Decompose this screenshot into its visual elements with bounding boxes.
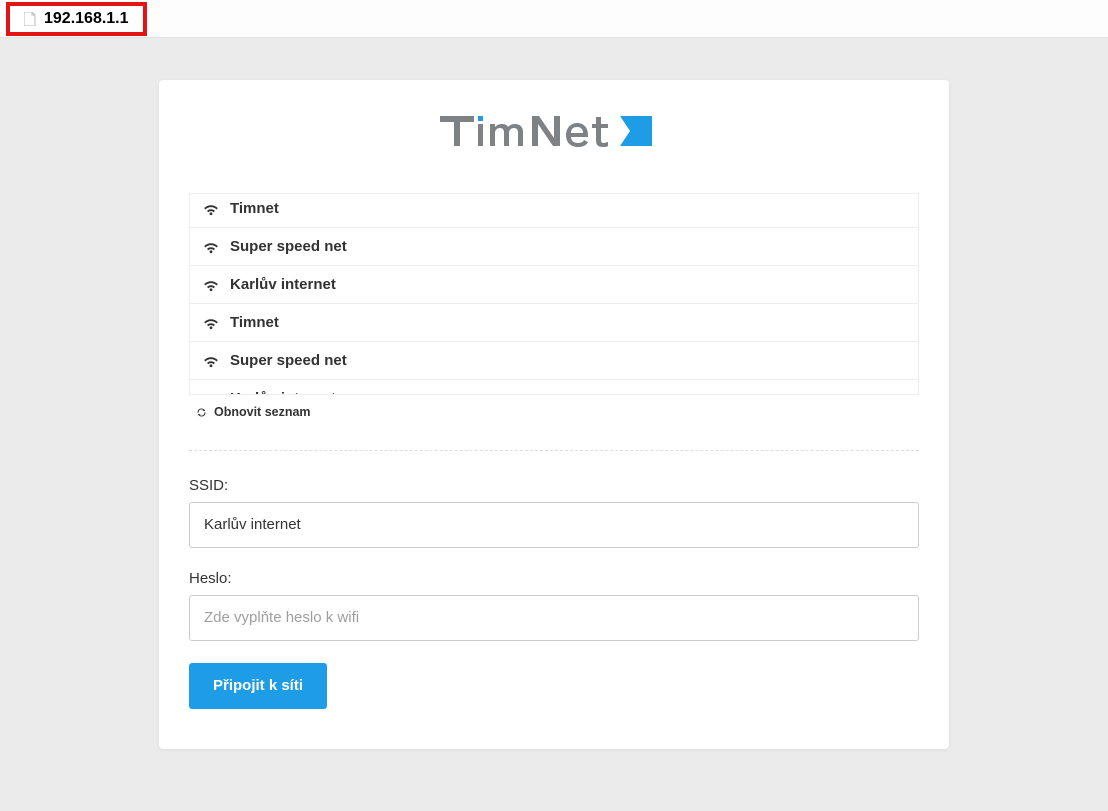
wifi-icon xyxy=(202,240,220,254)
network-row[interactable]: Super speed net xyxy=(190,342,918,380)
wifi-setup-card: Timnet Super speed net Karlův internet Timn… xyxy=(159,80,949,749)
connect-button[interactable]: Připojit k síti xyxy=(189,663,327,709)
ssid-input[interactable] xyxy=(189,502,919,548)
password-input[interactable] xyxy=(189,595,919,641)
section-divider xyxy=(189,450,919,451)
network-ssid: Super speed net xyxy=(230,238,347,255)
network-ssid: Super speed net xyxy=(230,352,347,369)
network-row[interactable]: Timnet xyxy=(190,304,918,342)
network-ssid: Timnet xyxy=(230,200,279,217)
page-icon xyxy=(24,12,36,26)
ssid-label: SSID: xyxy=(189,477,919,494)
network-ssid: Karlův internet xyxy=(230,276,336,293)
network-row[interactable]: Karlův internet xyxy=(190,266,918,304)
wifi-icon xyxy=(202,354,220,368)
address-highlight: 192.168.1.1 xyxy=(6,2,147,36)
refresh-label: Obnovit seznam xyxy=(214,405,311,419)
network-list[interactable]: Timnet Super speed net Karlův internet Timn… xyxy=(189,193,919,395)
refresh-link[interactable]: Obnovit seznam xyxy=(195,405,311,419)
logo-row xyxy=(189,110,919,159)
network-row[interactable]: Karlův internet xyxy=(190,380,918,395)
wifi-icon xyxy=(202,278,220,292)
address-url[interactable]: 192.168.1.1 xyxy=(44,10,129,28)
password-label: Heslo: xyxy=(189,570,919,587)
timnet-logo xyxy=(440,110,668,154)
network-row[interactable]: Super speed net xyxy=(190,228,918,266)
refresh-icon xyxy=(195,406,208,419)
network-ssid: Karlův internet xyxy=(230,390,336,395)
network-ssid: Timnet xyxy=(230,314,279,331)
browser-address-bar: 192.168.1.1 xyxy=(0,0,1108,38)
wifi-icon xyxy=(202,316,220,330)
wifi-icon xyxy=(202,392,220,396)
wifi-icon xyxy=(202,202,220,216)
network-row[interactable]: Timnet xyxy=(190,193,918,228)
